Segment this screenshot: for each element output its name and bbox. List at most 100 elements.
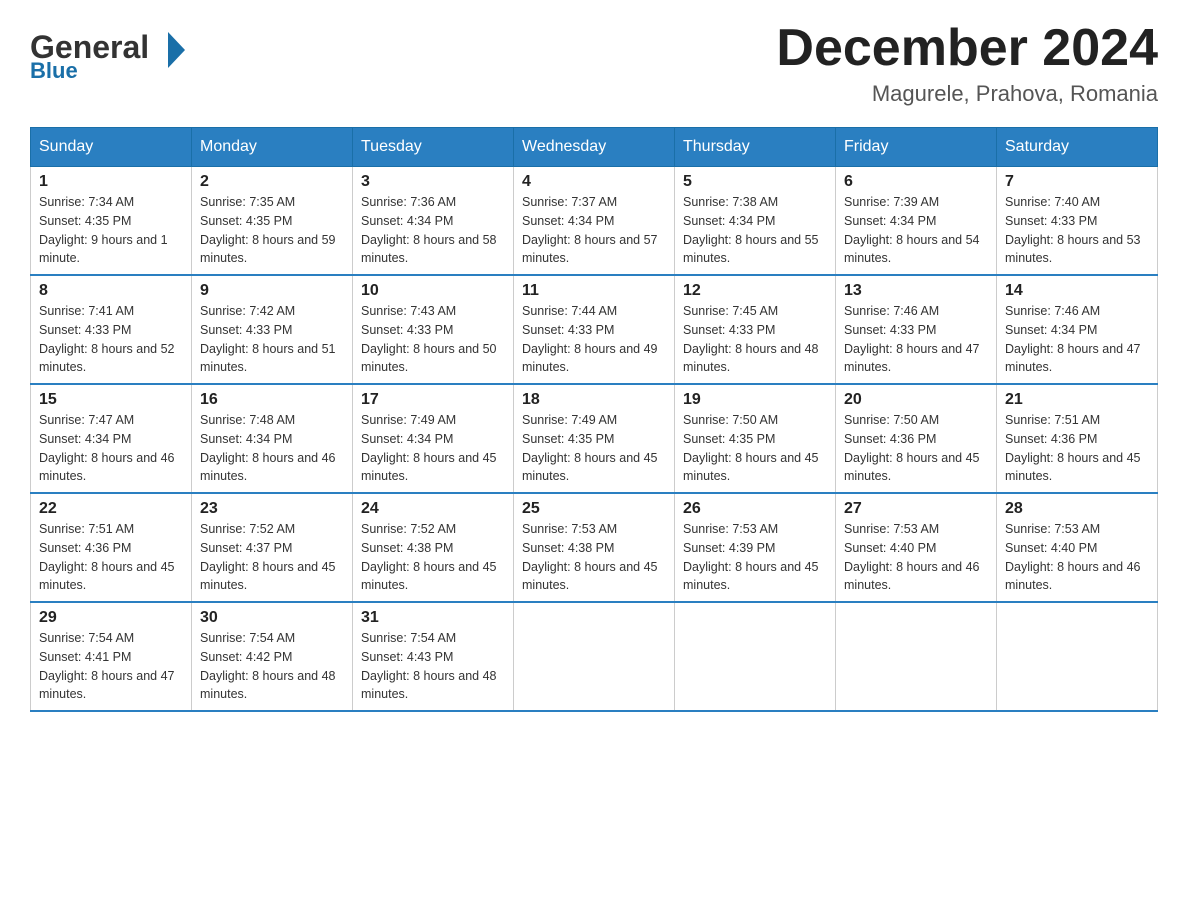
- sunrise-label: Sunrise: 7:46 AM: [844, 304, 939, 318]
- sunrise-label: Sunrise: 7:37 AM: [522, 195, 617, 209]
- sunset-label: Sunset: 4:33 PM: [361, 323, 453, 337]
- calendar-cell: [675, 602, 836, 711]
- calendar-table: SundayMondayTuesdayWednesdayThursdayFrid…: [30, 127, 1158, 712]
- day-number: 18: [522, 391, 666, 409]
- sunrise-label: Sunrise: 7:45 AM: [683, 304, 778, 318]
- sunset-label: Sunset: 4:35 PM: [39, 214, 131, 228]
- calendar-cell: 8 Sunrise: 7:41 AM Sunset: 4:33 PM Dayli…: [31, 275, 192, 384]
- sunset-label: Sunset: 4:36 PM: [39, 541, 131, 555]
- calendar-cell: 2 Sunrise: 7:35 AM Sunset: 4:35 PM Dayli…: [192, 167, 353, 276]
- sunset-label: Sunset: 4:42 PM: [200, 650, 292, 664]
- day-info: Sunrise: 7:51 AM Sunset: 4:36 PM Dayligh…: [39, 520, 183, 595]
- daylight-label: Daylight: 8 hours and 54 minutes.: [844, 233, 980, 266]
- sunrise-label: Sunrise: 7:52 AM: [200, 522, 295, 536]
- daylight-label: Daylight: 8 hours and 52 minutes.: [39, 342, 175, 375]
- daylight-label: Daylight: 8 hours and 45 minutes.: [844, 451, 980, 484]
- daylight-label: Daylight: 8 hours and 50 minutes.: [361, 342, 497, 375]
- sunrise-label: Sunrise: 7:39 AM: [844, 195, 939, 209]
- sunrise-label: Sunrise: 7:42 AM: [200, 304, 295, 318]
- calendar-cell: 29 Sunrise: 7:54 AM Sunset: 4:41 PM Dayl…: [31, 602, 192, 711]
- daylight-label: Daylight: 8 hours and 47 minutes.: [39, 669, 175, 702]
- day-number: 22: [39, 500, 183, 518]
- day-number: 3: [361, 173, 505, 191]
- calendar-cell: 7 Sunrise: 7:40 AM Sunset: 4:33 PM Dayli…: [997, 167, 1158, 276]
- daylight-label: Daylight: 8 hours and 45 minutes.: [39, 560, 175, 593]
- logo: General Blue: [30, 20, 190, 80]
- day-header-sunday: Sunday: [31, 128, 192, 167]
- calendar-cell: 1 Sunrise: 7:34 AM Sunset: 4:35 PM Dayli…: [31, 167, 192, 276]
- sunrise-label: Sunrise: 7:41 AM: [39, 304, 134, 318]
- sunrise-label: Sunrise: 7:49 AM: [361, 413, 456, 427]
- calendar-cell: 3 Sunrise: 7:36 AM Sunset: 4:34 PM Dayli…: [353, 167, 514, 276]
- calendar-cell: 22 Sunrise: 7:51 AM Sunset: 4:36 PM Dayl…: [31, 493, 192, 602]
- day-number: 6: [844, 173, 988, 191]
- calendar-cell: 18 Sunrise: 7:49 AM Sunset: 4:35 PM Dayl…: [514, 384, 675, 493]
- calendar-cell: 17 Sunrise: 7:49 AM Sunset: 4:34 PM Dayl…: [353, 384, 514, 493]
- day-info: Sunrise: 7:53 AM Sunset: 4:40 PM Dayligh…: [1005, 520, 1149, 595]
- calendar-cell: 27 Sunrise: 7:53 AM Sunset: 4:40 PM Dayl…: [836, 493, 997, 602]
- day-info: Sunrise: 7:51 AM Sunset: 4:36 PM Dayligh…: [1005, 411, 1149, 486]
- calendar-cell: 5 Sunrise: 7:38 AM Sunset: 4:34 PM Dayli…: [675, 167, 836, 276]
- day-info: Sunrise: 7:52 AM Sunset: 4:37 PM Dayligh…: [200, 520, 344, 595]
- sunset-label: Sunset: 4:34 PM: [361, 432, 453, 446]
- calendar-cell: 12 Sunrise: 7:45 AM Sunset: 4:33 PM Dayl…: [675, 275, 836, 384]
- day-number: 13: [844, 282, 988, 300]
- sunset-label: Sunset: 4:34 PM: [683, 214, 775, 228]
- sunrise-label: Sunrise: 7:43 AM: [361, 304, 456, 318]
- day-number: 11: [522, 282, 666, 300]
- sunrise-label: Sunrise: 7:51 AM: [1005, 413, 1100, 427]
- daylight-label: Daylight: 8 hours and 46 minutes.: [1005, 560, 1141, 593]
- daylight-label: Daylight: 8 hours and 55 minutes.: [683, 233, 819, 266]
- day-info: Sunrise: 7:50 AM Sunset: 4:35 PM Dayligh…: [683, 411, 827, 486]
- sunrise-label: Sunrise: 7:50 AM: [844, 413, 939, 427]
- day-number: 9: [200, 282, 344, 300]
- calendar-cell: 20 Sunrise: 7:50 AM Sunset: 4:36 PM Dayl…: [836, 384, 997, 493]
- daylight-label: Daylight: 8 hours and 45 minutes.: [683, 560, 819, 593]
- sunset-label: Sunset: 4:35 PM: [522, 432, 614, 446]
- day-info: Sunrise: 7:34 AM Sunset: 4:35 PM Dayligh…: [39, 193, 183, 268]
- day-info: Sunrise: 7:50 AM Sunset: 4:36 PM Dayligh…: [844, 411, 988, 486]
- day-info: Sunrise: 7:47 AM Sunset: 4:34 PM Dayligh…: [39, 411, 183, 486]
- sunset-label: Sunset: 4:33 PM: [683, 323, 775, 337]
- day-header-wednesday: Wednesday: [514, 128, 675, 167]
- day-info: Sunrise: 7:54 AM Sunset: 4:41 PM Dayligh…: [39, 629, 183, 704]
- calendar-cell: 14 Sunrise: 7:46 AM Sunset: 4:34 PM Dayl…: [997, 275, 1158, 384]
- day-number: 17: [361, 391, 505, 409]
- day-info: Sunrise: 7:53 AM Sunset: 4:40 PM Dayligh…: [844, 520, 988, 595]
- day-info: Sunrise: 7:54 AM Sunset: 4:43 PM Dayligh…: [361, 629, 505, 704]
- daylight-label: Daylight: 8 hours and 47 minutes.: [844, 342, 980, 375]
- day-info: Sunrise: 7:48 AM Sunset: 4:34 PM Dayligh…: [200, 411, 344, 486]
- calendar-cell: [836, 602, 997, 711]
- sunrise-label: Sunrise: 7:34 AM: [39, 195, 134, 209]
- sunset-label: Sunset: 4:40 PM: [1005, 541, 1097, 555]
- sunrise-label: Sunrise: 7:35 AM: [200, 195, 295, 209]
- calendar-cell: 4 Sunrise: 7:37 AM Sunset: 4:34 PM Dayli…: [514, 167, 675, 276]
- day-header-thursday: Thursday: [675, 128, 836, 167]
- day-number: 8: [39, 282, 183, 300]
- day-number: 15: [39, 391, 183, 409]
- sunrise-label: Sunrise: 7:44 AM: [522, 304, 617, 318]
- sunrise-label: Sunrise: 7:54 AM: [200, 631, 295, 645]
- calendar-cell: 26 Sunrise: 7:53 AM Sunset: 4:39 PM Dayl…: [675, 493, 836, 602]
- day-info: Sunrise: 7:41 AM Sunset: 4:33 PM Dayligh…: [39, 302, 183, 377]
- sunset-label: Sunset: 4:33 PM: [200, 323, 292, 337]
- day-number: 14: [1005, 282, 1149, 300]
- day-number: 1: [39, 173, 183, 191]
- svg-text:Blue: Blue: [30, 58, 78, 80]
- day-info: Sunrise: 7:43 AM Sunset: 4:33 PM Dayligh…: [361, 302, 505, 377]
- sunset-label: Sunset: 4:43 PM: [361, 650, 453, 664]
- sunset-label: Sunset: 4:41 PM: [39, 650, 131, 664]
- day-info: Sunrise: 7:39 AM Sunset: 4:34 PM Dayligh…: [844, 193, 988, 268]
- day-number: 27: [844, 500, 988, 518]
- sunrise-label: Sunrise: 7:38 AM: [683, 195, 778, 209]
- sunrise-label: Sunrise: 7:50 AM: [683, 413, 778, 427]
- day-number: 29: [39, 609, 183, 627]
- sunrise-label: Sunrise: 7:52 AM: [361, 522, 456, 536]
- sunset-label: Sunset: 4:34 PM: [844, 214, 936, 228]
- calendar-cell: 31 Sunrise: 7:54 AM Sunset: 4:43 PM Dayl…: [353, 602, 514, 711]
- day-number: 23: [200, 500, 344, 518]
- calendar-cell: [514, 602, 675, 711]
- day-info: Sunrise: 7:45 AM Sunset: 4:33 PM Dayligh…: [683, 302, 827, 377]
- sunrise-label: Sunrise: 7:36 AM: [361, 195, 456, 209]
- day-number: 7: [1005, 173, 1149, 191]
